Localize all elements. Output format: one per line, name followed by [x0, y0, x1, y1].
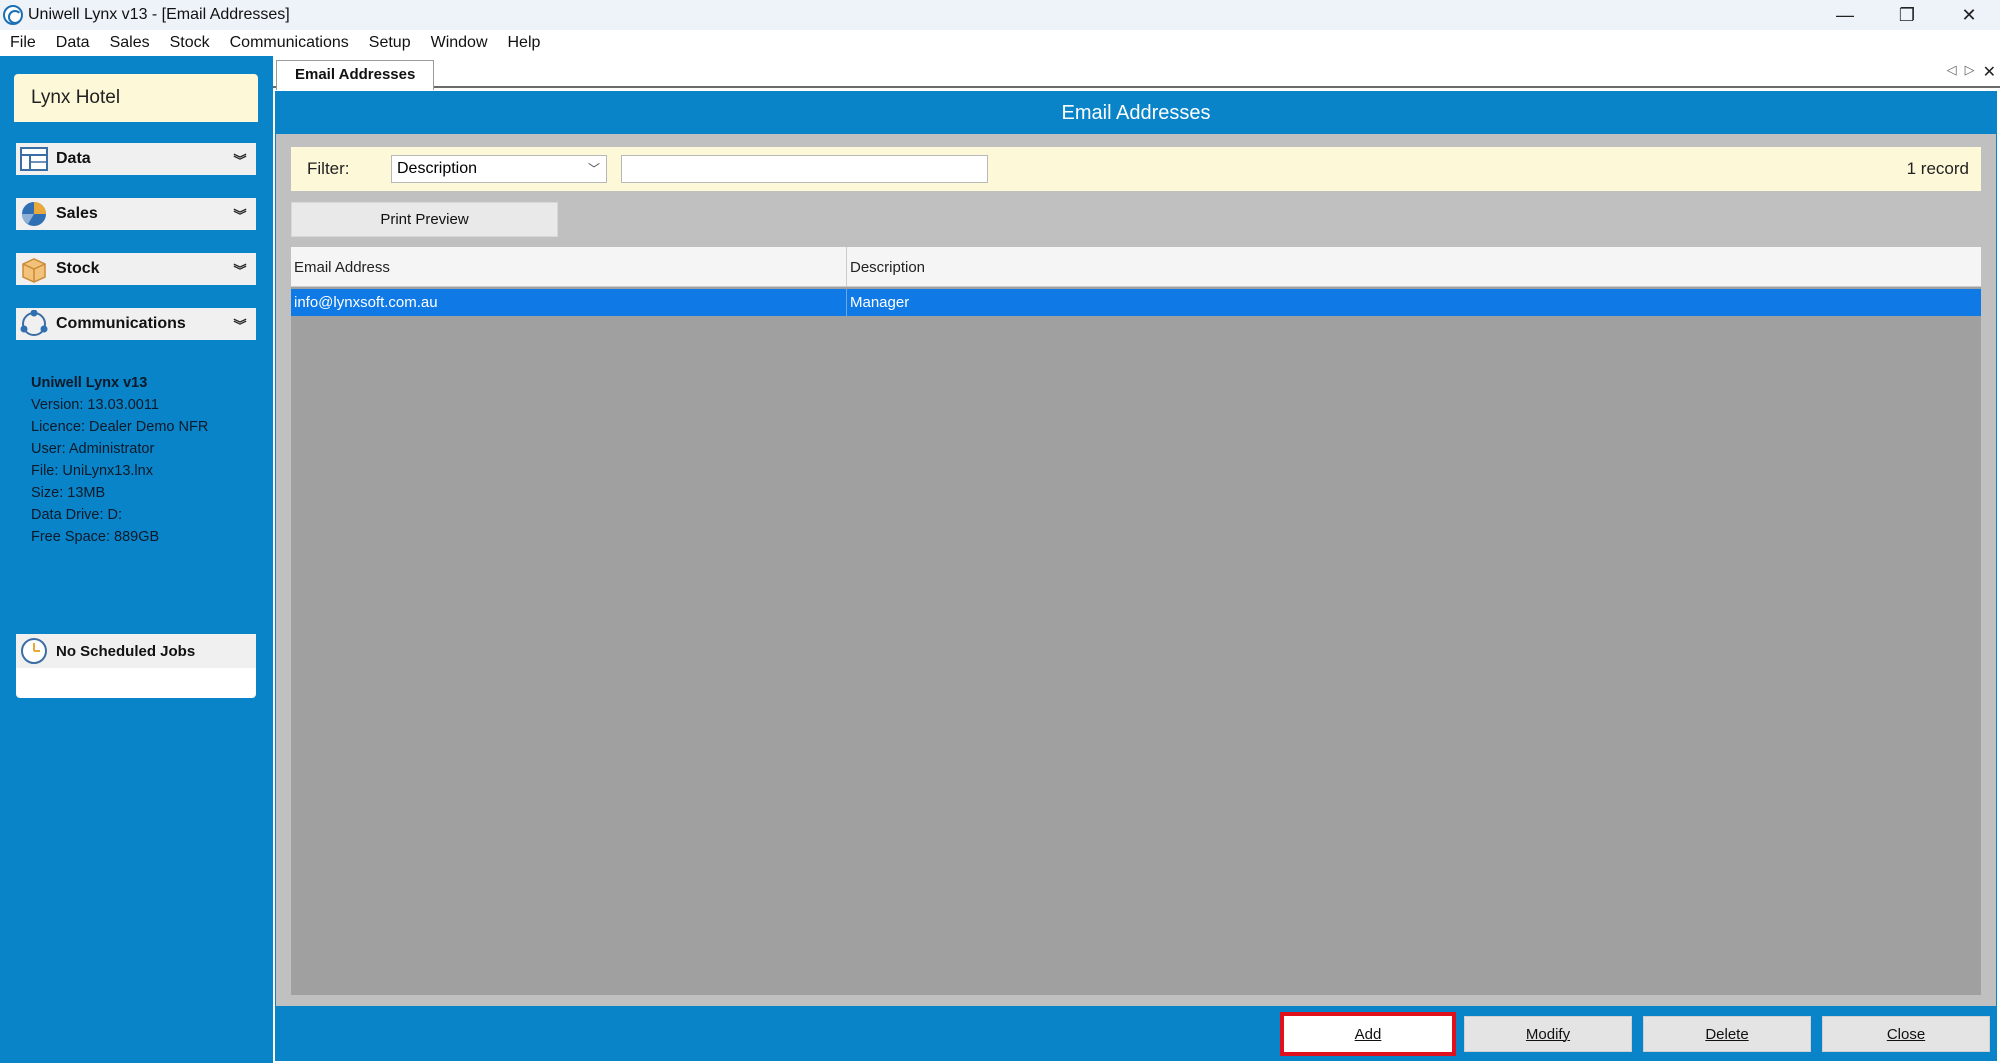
menu-communications[interactable]: Communications: [220, 30, 359, 56]
grid-header: Email Address Description: [291, 247, 1981, 287]
chevron-down-icon: ﹀: [587, 162, 600, 176]
info-licence: Licence: Dealer Demo NFR: [31, 419, 209, 435]
scheduled-jobs-row[interactable]: No Scheduled Jobs: [16, 634, 256, 668]
tab-strip: Email Addresses ◁ ▷ ✕: [273, 56, 2000, 90]
info-file: File: UniLynx13.lnx: [31, 463, 153, 479]
tab-scroll-right-icon[interactable]: ▷: [1965, 62, 1975, 82]
column-header-email[interactable]: Email Address: [291, 247, 847, 287]
chevron-down-icon[interactable]: ︾: [230, 150, 250, 169]
sidebar-section-communications[interactable]: Communications ︾: [16, 308, 256, 340]
minimize-button[interactable]: —: [1814, 0, 1876, 30]
info-data-drive: Data Drive: D:: [31, 507, 123, 523]
menu-file[interactable]: File: [0, 30, 46, 56]
hotel-name: Lynx Hotel: [14, 74, 258, 122]
filter-label: Filter:: [307, 159, 350, 178]
pie-chart-icon: [20, 201, 48, 227]
delete-button[interactable]: Delete: [1643, 1016, 1811, 1052]
scheduled-jobs-panel: No Scheduled Jobs: [16, 634, 256, 698]
sidebar: Lynx Hotel Data ︾ Sales ︾ Stock ︾ Commun…: [0, 56, 273, 1063]
menu-bar: File Data Sales Stock Communications Set…: [0, 30, 2000, 56]
clock-icon: [20, 637, 48, 665]
add-button[interactable]: Add: [1280, 1012, 1456, 1056]
sidebar-section-sales[interactable]: Sales ︾: [16, 198, 256, 230]
network-icon: [20, 310, 48, 337]
menu-stock[interactable]: Stock: [160, 30, 220, 56]
menu-setup[interactable]: Setup: [359, 30, 421, 56]
filter-field-select[interactable]: Description ﹀: [391, 155, 607, 183]
info-user: User: Administrator: [31, 441, 155, 457]
tab-scroll-left-icon[interactable]: ◁: [1947, 62, 1957, 82]
menu-sales[interactable]: Sales: [100, 30, 160, 56]
email-addresses-panel: Email Addresses Filter: Description ﹀ 1 …: [275, 91, 1997, 1061]
chevron-down-icon[interactable]: ︾: [230, 260, 250, 279]
restore-button[interactable]: ❐: [1876, 0, 1938, 30]
tab-email-addresses[interactable]: Email Addresses: [276, 60, 435, 90]
menu-help[interactable]: Help: [498, 30, 551, 56]
email-address-grid: Email Address Description info@lynxsoft.…: [291, 247, 1981, 995]
sidebar-section-label: Stock: [56, 260, 100, 277]
chevron-down-icon[interactable]: ︾: [230, 205, 250, 224]
record-count: 1 record: [1906, 159, 1969, 178]
window-title: Uniwell Lynx v13 - [Email Addresses]: [28, 6, 290, 23]
sidebar-section-label: Data: [56, 150, 91, 167]
info-product: Uniwell Lynx v13: [31, 375, 148, 391]
cell-description: Manager: [850, 294, 910, 311]
cell-email: info@lynxsoft.com.au: [291, 289, 847, 316]
filter-text-input[interactable]: [621, 155, 988, 183]
app-logo-icon: [3, 5, 23, 25]
data-table-icon: [20, 146, 48, 172]
main-area: Email Addresses ◁ ▷ ✕ Email Addresses Fi…: [273, 56, 2000, 1063]
close-button[interactable]: Close: [1822, 1016, 1990, 1052]
info-version: Version: 13.03.0011: [31, 397, 159, 413]
tab-close-icon[interactable]: ✕: [1983, 62, 1996, 82]
filter-field-value: Description: [397, 160, 478, 177]
filter-bar: Filter: Description ﹀ 1 record: [291, 147, 1981, 191]
modify-button[interactable]: Modify: [1464, 1016, 1632, 1052]
sidebar-section-label: Sales: [56, 205, 98, 222]
title-bar: Uniwell Lynx v13 - [Email Addresses] — ❐…: [0, 0, 2000, 30]
column-header-description[interactable]: Description: [847, 247, 1981, 287]
window-controls: — ❐ ✕: [1814, 0, 2000, 30]
chevron-down-icon[interactable]: ︾: [230, 315, 250, 334]
sidebar-section-stock[interactable]: Stock ︾: [16, 253, 256, 285]
sidebar-section-data[interactable]: Data ︾: [16, 143, 256, 175]
menu-data[interactable]: Data: [46, 30, 100, 56]
print-preview-button[interactable]: Print Preview: [291, 202, 558, 237]
scheduled-jobs-label: No Scheduled Jobs: [56, 642, 196, 660]
system-info: Uniwell Lynx v13 Version: 13.03.0011 Lic…: [31, 372, 251, 548]
box-icon: [20, 256, 48, 283]
table-row[interactable]: info@lynxsoft.com.au Manager: [291, 289, 1981, 316]
tab-navigation: ◁ ▷ ✕: [1947, 62, 1996, 82]
menu-window[interactable]: Window: [421, 30, 498, 56]
sidebar-section-label: Communications: [56, 315, 186, 332]
page-title: Email Addresses: [276, 92, 1996, 134]
info-free-space: Free Space: 889GB: [31, 529, 160, 545]
action-bar: Add Modify Delete Close: [276, 1006, 1996, 1060]
info-size: Size: 13MB: [31, 485, 106, 501]
close-window-button[interactable]: ✕: [1938, 0, 2000, 30]
